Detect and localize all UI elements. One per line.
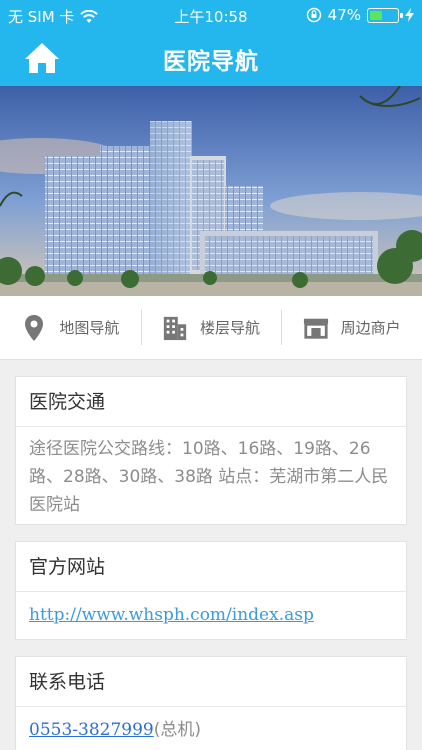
transport-card-title: 医院交通: [16, 377, 406, 427]
floor-navigation-button[interactable]: 楼层导航: [140, 296, 282, 359]
building-icon: [162, 314, 188, 342]
nav-bar: 医院导航: [0, 30, 422, 86]
nearby-merchants-button[interactable]: 周边商户: [281, 296, 422, 359]
phone-card-title: 联系电话: [16, 657, 406, 707]
floor-navigation-label: 楼层导航: [200, 319, 261, 337]
map-navigation-button[interactable]: 地图导航: [0, 296, 141, 359]
transport-card: 医院交通 途径医院公交路线：10路、16路、19路、26路、28路、30路、38…: [15, 376, 407, 525]
nearby-merchants-label: 周边商户: [340, 319, 401, 337]
phone-card-body: 0553-3827999(总机): [16, 707, 406, 750]
phone-link[interactable]: 0553-3827999: [29, 720, 154, 740]
hospital-banner-image: [0, 86, 422, 296]
status-right: 47%: [306, 6, 414, 24]
website-card: 官方网站 http://www.whsph.com/index.asp: [15, 541, 407, 640]
storefront-icon: [303, 314, 329, 342]
website-card-body: http://www.whsph.com/index.asp: [16, 592, 406, 639]
phone-card: 联系电话 0553-3827999(总机): [15, 656, 407, 750]
battery-fill: [370, 10, 382, 20]
quick-nav-bar: 地图导航 楼层导航 周边商户: [0, 296, 422, 360]
status-bar: 无 SIM 卡 上午10:58 47%: [0, 0, 422, 30]
website-link[interactable]: http://www.whsph.com/index.asp: [29, 605, 314, 625]
transport-card-body: 途径医院公交路线：10路、16路、19路、26路、28路、30路、38路 站点：…: [29, 439, 389, 515]
rotation-lock-icon: [306, 7, 321, 23]
map-pin-icon: [21, 314, 47, 342]
phone-note: (总机): [153, 720, 201, 740]
website-card-title: 官方网站: [16, 542, 406, 592]
page-title: 医院导航: [163, 49, 259, 75]
charging-bolt-icon: [405, 8, 414, 22]
hospital-building-illustration: [0, 86, 422, 296]
map-navigation-label: 地图导航: [59, 319, 120, 337]
battery-percent: 47%: [327, 6, 361, 24]
battery-icon: [367, 7, 403, 23]
